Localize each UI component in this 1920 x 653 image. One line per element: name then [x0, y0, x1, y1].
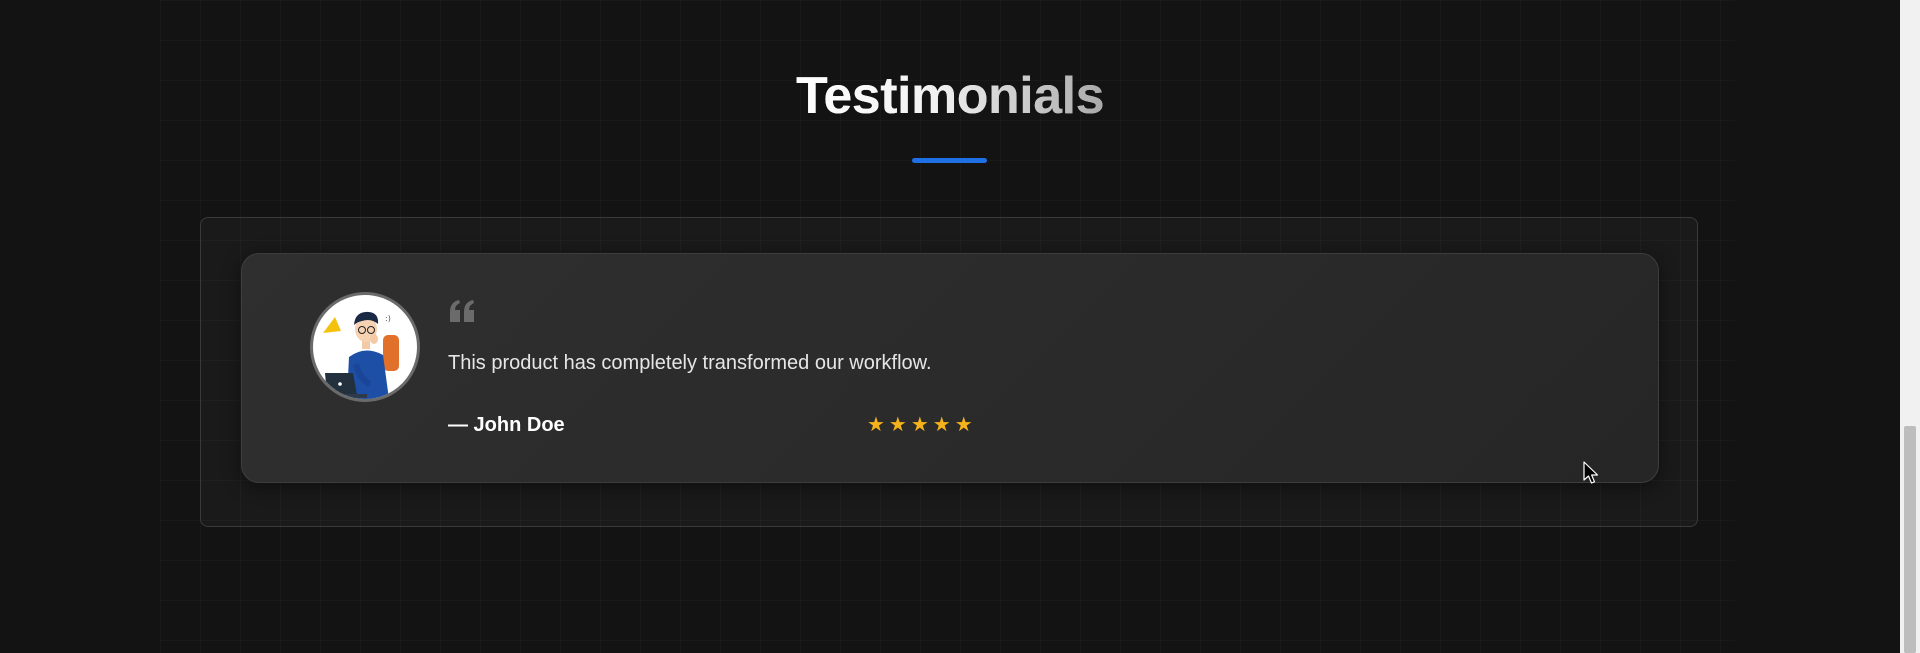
star-rating: ★★★★★ — [867, 414, 977, 436]
section-title-text: Testimonials — [795, 67, 1105, 125]
testimonials-page: Testimonials:) This product has complet… — [0, 0, 1920, 653]
title-underline — [912, 158, 987, 163]
person-with-laptop-icon: :) — [323, 311, 399, 399]
svg-text::): :) — [385, 314, 391, 323]
section-title: Testimonials — [0, 66, 1900, 126]
page-scrollbar[interactable] — [1900, 0, 1920, 653]
quote-left-icon — [450, 300, 474, 322]
testimonial-author: — John Doe — [448, 414, 565, 436]
testimonial-quote: This product has completely transformed … — [448, 352, 932, 374]
mouse-cursor-icon — [1583, 461, 1599, 484]
avatar: :) — [310, 292, 420, 402]
scrollbar-thumb[interactable] — [1904, 426, 1916, 653]
testimonial-card: :) This product has completely transform… — [241, 253, 1659, 483]
